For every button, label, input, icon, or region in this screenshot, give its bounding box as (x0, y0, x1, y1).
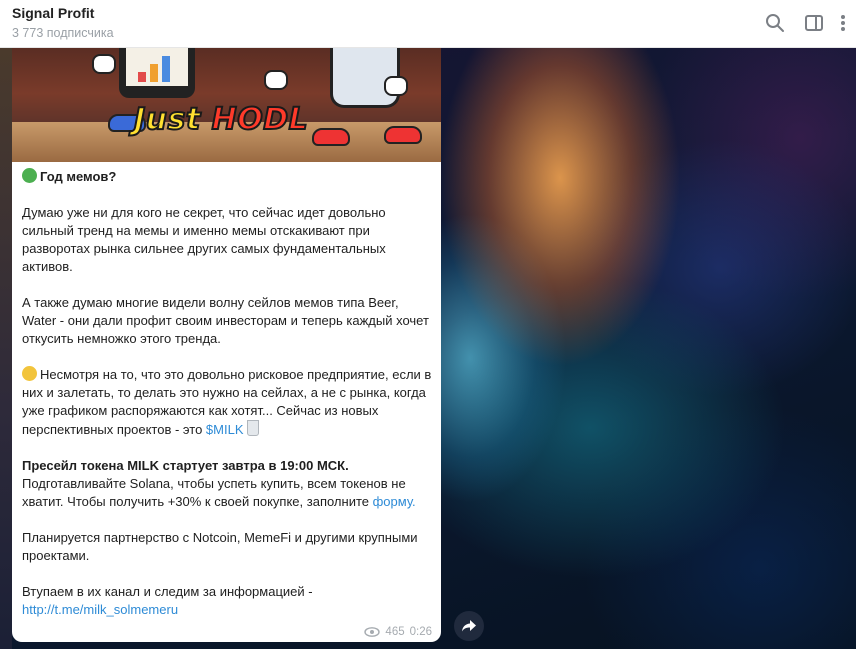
message-time: 0:26 (409, 626, 432, 638)
subscriber-count: 3 773 подписчика (12, 26, 114, 40)
more-vertical-icon[interactable] (836, 12, 850, 34)
paragraph-4: Подготавливайте Solana, чтобы успеть куп… (22, 476, 406, 509)
chart-bar (138, 72, 146, 82)
caption-hodl: HODL (211, 101, 309, 138)
caption-just: Just (133, 101, 201, 138)
cartoon-glove (264, 70, 288, 90)
cartoon-glove (92, 54, 116, 74)
thinking-emoji-icon (22, 366, 37, 381)
cartoon-phone (119, 48, 195, 98)
message-bubble[interactable]: Just HODL Год мемов? Думаю уже ни для ко… (12, 48, 441, 642)
message-heading: Год мемов? (40, 169, 117, 184)
message-meta: 465 0:26 (364, 626, 432, 638)
chart-bar (162, 56, 170, 82)
post-image[interactable]: Just HODL (12, 48, 441, 162)
eye-icon (364, 627, 381, 637)
chat-header[interactable]: Signal Profit 3 773 подписчика (0, 0, 856, 48)
message-text: Год мемов? Думаю уже ни для кого не секр… (22, 168, 432, 619)
previous-media-edge (0, 48, 12, 649)
search-icon[interactable] (764, 12, 786, 34)
paragraph-2: А также думаю многие видели волну сейлов… (22, 295, 429, 346)
share-arrow-icon (462, 620, 476, 632)
cartoon-glove (384, 76, 408, 96)
chart-bar (150, 64, 158, 82)
phone-chart (126, 48, 188, 86)
paragraph-6: Втупаем в их канал и следим за информаци… (22, 584, 313, 599)
milk-cashtag-link[interactable]: $MILK (206, 422, 244, 437)
paragraph-1: Думаю уже ни для кого не секрет, что сей… (22, 205, 386, 274)
image-caption: Just HODL (133, 101, 309, 138)
frog-emoji-icon (22, 168, 37, 183)
sidebar-toggle-icon[interactable] (803, 12, 825, 34)
milk-glass-emoji-icon (247, 420, 260, 436)
form-link[interactable]: форму. (373, 494, 416, 509)
chat-area[interactable]: Just HODL Год мемов? Думаю уже ни для ко… (0, 48, 856, 649)
cartoon-shoe (312, 128, 350, 146)
channel-title[interactable]: Signal Profit (12, 5, 94, 21)
channel-link[interactable]: http://t.me/milk_solmemeru (22, 602, 178, 617)
presale-announcement: Пресейл токена MILK стартует завтра в 19… (22, 458, 349, 473)
share-button[interactable] (454, 611, 484, 641)
paragraph-5: Планируется партнерство с Notcoin, MemeF… (22, 530, 418, 563)
cartoon-shoe (384, 126, 422, 144)
view-count: 465 (385, 626, 405, 638)
